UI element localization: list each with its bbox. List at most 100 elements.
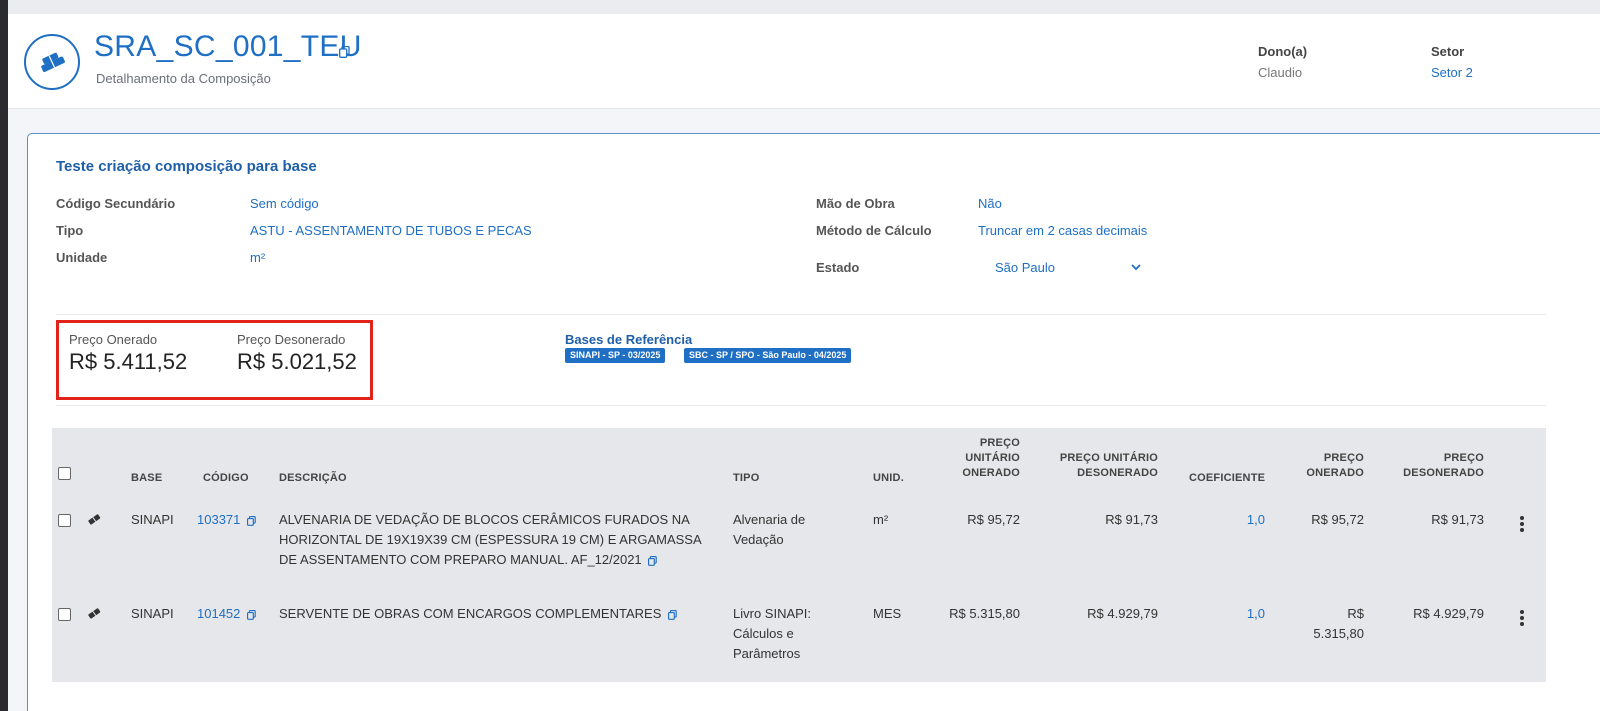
composition-description: Teste criação composição para base [56, 158, 317, 175]
tipo-line: Alvenaria de [733, 512, 806, 527]
brick-icon [88, 514, 101, 525]
bricks-icon [41, 52, 65, 73]
cell-tipo: Livro SINAPI: Cálculos e Parâmetros [733, 604, 811, 664]
column-header-pu-desonerado[interactable]: PREÇO UNITÁRIO DESONERADO [1042, 451, 1158, 481]
cell-pu-desonerado: R$ 4.929,79 [1087, 606, 1158, 621]
page-title: SRA_SC_001_TEU [94, 30, 362, 63]
cell-descricao: SERVENTE DE OBRAS COM ENCARGOS COMPLEMEN… [279, 604, 719, 624]
calc-method-value[interactable]: Truncar em 2 casas decimais [978, 223, 1147, 238]
app: SRA_SC_001_TEU Detalhamento da Composiçã… [8, 14, 1600, 711]
copy-icon[interactable] [339, 46, 350, 58]
base-badge-sbc: SBC - SP / SPO - São Paulo - 04/2025 [684, 348, 852, 363]
descricao-line-text: DE ASSENTAMENTO COM PREPARO MANUAL. AF_1… [279, 552, 642, 567]
column-header-tipo[interactable]: TIPO [733, 471, 759, 486]
chevron-down-icon[interactable] [1131, 264, 1141, 271]
select-all-checkbox[interactable] [58, 467, 71, 480]
base-badge-sinapi: SINAPI - SP - 03/2025 [565, 348, 666, 363]
copy-icon[interactable] [247, 515, 256, 526]
p-onerado-line: R$ 95,72 [1311, 512, 1364, 527]
sector-label: Setor [1431, 44, 1465, 59]
cell-pu-desonerado: R$ 91,73 [1105, 512, 1158, 527]
copy-icon[interactable] [247, 609, 256, 620]
page-header: SRA_SC_001_TEU Detalhamento da Composiçã… [8, 14, 1600, 109]
column-header-descricao[interactable]: DESCRIÇÃO [279, 471, 347, 486]
header-line: UNITÁRIO [965, 452, 1020, 464]
cell-tipo: Alvenaria de Vedação [733, 510, 805, 550]
composition-logo [24, 34, 80, 90]
cell-base: SINAPI [131, 606, 174, 621]
header-line: ONERADO [1306, 467, 1364, 479]
cell-coeficiente[interactable]: 1,0 [1202, 604, 1265, 624]
column-header-coeficiente[interactable]: COEFICIENTE [1189, 471, 1265, 486]
copy-icon[interactable] [668, 609, 677, 620]
labor-label: Mão de Obra [816, 196, 895, 211]
cell-coeficiente[interactable]: 1,0 [1202, 510, 1265, 530]
calc-method-label: Método de Cálculo [816, 223, 932, 238]
descricao-line: SERVENTE DE OBRAS COM ENCARGOS COMPLEMEN… [279, 604, 719, 624]
composition-card: Teste criação composição para base Códig… [27, 133, 1600, 711]
state-select[interactable]: São Paulo [995, 260, 1055, 275]
header-line: PREÇO [1443, 452, 1484, 464]
header-line: PREÇO [979, 437, 1020, 449]
price-onerado-label: Preço Onerado [69, 332, 158, 347]
column-header-codigo[interactable]: CÓDIGO [203, 471, 249, 486]
page-subtitle: Detalhamento da Composição [96, 71, 271, 86]
header-line: PREÇO UNITÁRIO [1059, 452, 1158, 464]
descricao-line: ALVENARIA DE VEDAÇÃO DE BLOCOS CERÂMICOS… [279, 512, 690, 527]
header-line: DESONERADO [1077, 467, 1158, 479]
column-header-p-onerado[interactable]: PREÇO ONERADO [1284, 451, 1364, 481]
state-label: Estado [816, 260, 860, 275]
codigo-text: 103371 [197, 512, 241, 527]
cell-p-onerado: R$ 5.315,80 [1284, 604, 1364, 644]
owner-label: Dono(a) [1258, 44, 1308, 59]
cell-pu-onerado: R$ 5.315,80 [949, 606, 1020, 621]
column-header-p-desonerado[interactable]: PREÇO DESONERADO [1392, 451, 1484, 481]
row-actions-menu-icon[interactable] [1520, 610, 1524, 628]
price-desonerado-value: R$ 5.021,52 [237, 349, 357, 374]
descricao-line-text: SERVENTE DE OBRAS COM ENCARGOS COMPLEMEN… [279, 606, 662, 621]
row-checkbox[interactable] [58, 608, 71, 621]
cell-p-desonerado: R$ 4.929,79 [1413, 606, 1484, 621]
cell-unid: m² [873, 512, 889, 527]
column-header-unid[interactable]: UNID. [873, 471, 904, 486]
p-onerado-line: R$ [1347, 606, 1364, 621]
price-onerado-value: R$ 5.411,52 [69, 349, 188, 374]
secondary-code-value[interactable]: Sem código [250, 196, 319, 211]
type-value[interactable]: ASTU - ASSENTAMENTO DE TUBOS E PECAS [250, 223, 532, 238]
header-line: ONERADO [962, 467, 1020, 479]
row-actions-menu-icon[interactable] [1520, 516, 1524, 534]
column-header-base[interactable]: BASE [131, 471, 162, 486]
cell-unid: MES [873, 606, 902, 621]
tipo-line: Livro SINAPI: [733, 606, 812, 621]
unit-label: Unidade [56, 250, 108, 265]
p-onerado-line: 5.315,80 [1313, 626, 1364, 641]
unit-value[interactable]: m² [250, 250, 265, 265]
owner-value: Claudio [1258, 65, 1303, 80]
sector-value[interactable]: Setor 2 [1431, 65, 1473, 80]
bases-title: Bases de Referência [565, 332, 693, 347]
cell-base: SINAPI [131, 512, 174, 527]
brick-icon [88, 608, 101, 619]
type-label: Tipo [56, 223, 84, 238]
tipo-line: Vedação [733, 532, 784, 547]
header-line: DESONERADO [1403, 467, 1484, 479]
labor-value[interactable]: Não [978, 196, 1002, 211]
cell-pu-onerado: R$ 95,72 [967, 512, 1020, 527]
prices-highlight-box: Preço Onerado R$ 5.411,52 Preço Desonera… [56, 320, 373, 400]
divider [56, 314, 1546, 315]
codigo-text: 101452 [197, 606, 241, 621]
header-line: PREÇO [1323, 452, 1364, 464]
price-desonerado-label: Preço Desonerado [237, 332, 346, 347]
copy-icon[interactable] [648, 555, 658, 566]
row-checkbox[interactable] [58, 514, 71, 527]
cell-p-desonerado: R$ 91,73 [1431, 512, 1484, 527]
divider [56, 405, 1546, 406]
items-table: BASE CÓDIGO DESCRIÇÃO TIPO UNID. PREÇO U… [52, 428, 1546, 682]
descricao-line: DE ASSENTAMENTO COM PREPARO MANUAL. AF_1… [279, 550, 719, 570]
secondary-code-label: Código Secundário [56, 196, 176, 211]
cell-codigo-link[interactable]: 101452 [197, 604, 256, 624]
cell-p-onerado: R$ 95,72 [1284, 510, 1364, 530]
cell-codigo-link[interactable]: 103371 [197, 510, 256, 530]
cell-descricao: ALVENARIA DE VEDAÇÃO DE BLOCOS CERÂMICOS… [279, 510, 719, 570]
column-header-pu-onerado[interactable]: PREÇO UNITÁRIO ONERADO [932, 436, 1020, 481]
